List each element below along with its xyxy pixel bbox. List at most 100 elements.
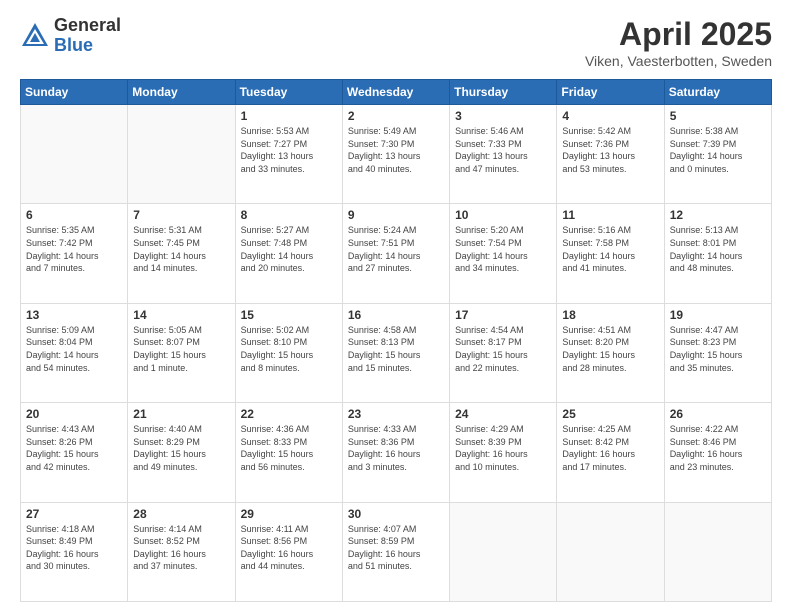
day-number: 14 [133,308,229,322]
day-number: 28 [133,507,229,521]
calendar-day-cell: 30Sunrise: 4:07 AM Sunset: 8:59 PM Dayli… [342,502,449,601]
calendar-day-cell: 17Sunrise: 4:54 AM Sunset: 8:17 PM Dayli… [450,303,557,402]
day-info: Sunrise: 5:05 AM Sunset: 8:07 PM Dayligh… [133,324,229,374]
calendar-week-row: 1 Sunrise: 5:53 AM Sunset: 7:27 PM Daylig… [21,105,772,204]
col-tuesday: Tuesday [235,80,342,105]
calendar-day-cell: 21 Sunrise: 4:40 AM Sunset: 8:29 PM Dayli… [128,403,235,502]
day-number: 24 [455,407,551,421]
day-number: 27 [26,507,122,521]
calendar-day-cell: 13Sunrise: 5:09 AM Sunset: 8:04 PM Dayli… [21,303,128,402]
col-saturday: Saturday [664,80,771,105]
day-number: 20 [26,407,122,421]
calendar-day-cell [128,105,235,204]
day-info: Sunrise: 4:51 AM Sunset: 8:20 PM Dayligh… [562,324,658,374]
day-number: 15 [241,308,337,322]
calendar-day-cell: 15 Sunrise: 5:02 AM Sunset: 8:10 PM Dayli… [235,303,342,402]
day-number: 11 [562,208,658,222]
title-month: April 2025 [585,16,772,53]
day-info: Sunrise: 5:13 AM Sunset: 8:01 PM Dayligh… [670,224,766,274]
calendar-day-cell: 27 Sunrise: 4:18 AM Sunset: 8:49 PM Dayli… [21,502,128,601]
day-info: Sunrise: 4:40 AM Sunset: 8:29 PM Dayligh… [133,423,229,473]
col-wednesday: Wednesday [342,80,449,105]
calendar-day-cell: 19 Sunrise: 4:47 AM Sunset: 8:23 PM Dayli… [664,303,771,402]
day-info: Sunrise: 5:16 AM Sunset: 7:58 PM Dayligh… [562,224,658,274]
day-number: 4 [562,109,658,123]
day-info: Sunrise: 5:02 AM Sunset: 8:10 PM Dayligh… [241,324,337,374]
day-info: Sunrise: 5:20 AM Sunset: 7:54 PM Dayligh… [455,224,551,274]
calendar-day-cell: 25 Sunrise: 4:25 AM Sunset: 8:42 PM Dayli… [557,403,664,502]
calendar-day-cell [450,502,557,601]
day-number: 30 [348,507,444,521]
day-info: Sunrise: 4:18 AM Sunset: 8:49 PM Dayligh… [26,523,122,573]
day-info: Sunrise: 4:58 AM Sunset: 8:13 PM Dayligh… [348,324,444,374]
calendar-day-cell: 8Sunrise: 5:27 AM Sunset: 7:48 PM Daylig… [235,204,342,303]
page: General Blue April 2025 Viken, Vaesterbo… [0,0,792,612]
calendar-table: Sunday Monday Tuesday Wednesday Thursday… [20,79,772,602]
calendar-day-cell: 22Sunrise: 4:36 AM Sunset: 8:33 PM Dayli… [235,403,342,502]
day-info: Sunrise: 5:09 AM Sunset: 8:04 PM Dayligh… [26,324,122,374]
day-info: Sunrise: 5:38 AM Sunset: 7:39 PM Dayligh… [670,125,766,175]
calendar-day-cell [21,105,128,204]
calendar-day-cell: 12Sunrise: 5:13 AM Sunset: 8:01 PM Dayli… [664,204,771,303]
day-number: 9 [348,208,444,222]
calendar-day-cell: 6 Sunrise: 5:35 AM Sunset: 7:42 PM Daylig… [21,204,128,303]
header: General Blue April 2025 Viken, Vaesterbo… [20,16,772,69]
day-info: Sunrise: 4:33 AM Sunset: 8:36 PM Dayligh… [348,423,444,473]
day-number: 17 [455,308,551,322]
calendar-week-row: 27 Sunrise: 4:18 AM Sunset: 8:49 PM Dayli… [21,502,772,601]
day-info: Sunrise: 5:24 AM Sunset: 7:51 PM Dayligh… [348,224,444,274]
calendar-day-cell: 20 Sunrise: 4:43 AM Sunset: 8:26 PM Dayli… [21,403,128,502]
col-friday: Friday [557,80,664,105]
day-number: 19 [670,308,766,322]
day-info: Sunrise: 4:25 AM Sunset: 8:42 PM Dayligh… [562,423,658,473]
day-info: Sunrise: 4:29 AM Sunset: 8:39 PM Dayligh… [455,423,551,473]
day-number: 22 [241,407,337,421]
calendar-day-cell: 3 Sunrise: 5:46 AM Sunset: 7:33 PM Daylig… [450,105,557,204]
day-number: 6 [26,208,122,222]
col-thursday: Thursday [450,80,557,105]
calendar-day-cell: 10Sunrise: 5:20 AM Sunset: 7:54 PM Dayli… [450,204,557,303]
calendar-day-cell: 1 Sunrise: 5:53 AM Sunset: 7:27 PM Daylig… [235,105,342,204]
day-number: 5 [670,109,766,123]
day-info: Sunrise: 4:14 AM Sunset: 8:52 PM Dayligh… [133,523,229,573]
calendar-day-cell: 7 Sunrise: 5:31 AM Sunset: 7:45 PM Daylig… [128,204,235,303]
calendar-week-row: 13Sunrise: 5:09 AM Sunset: 8:04 PM Dayli… [21,303,772,402]
day-info: Sunrise: 5:35 AM Sunset: 7:42 PM Dayligh… [26,224,122,274]
calendar-day-cell: 28 Sunrise: 4:14 AM Sunset: 8:52 PM Dayli… [128,502,235,601]
day-number: 25 [562,407,658,421]
calendar-day-cell [557,502,664,601]
day-number: 3 [455,109,551,123]
day-info: Sunrise: 5:49 AM Sunset: 7:30 PM Dayligh… [348,125,444,175]
day-info: Sunrise: 5:42 AM Sunset: 7:36 PM Dayligh… [562,125,658,175]
col-monday: Monday [128,80,235,105]
day-info: Sunrise: 5:53 AM Sunset: 7:27 PM Dayligh… [241,125,337,175]
calendar-day-cell: 16Sunrise: 4:58 AM Sunset: 8:13 PM Dayli… [342,303,449,402]
logo-icon [20,21,50,51]
day-number: 26 [670,407,766,421]
day-number: 21 [133,407,229,421]
day-number: 18 [562,308,658,322]
day-info: Sunrise: 4:11 AM Sunset: 8:56 PM Dayligh… [241,523,337,573]
calendar-day-cell: 5 Sunrise: 5:38 AM Sunset: 7:39 PM Daylig… [664,105,771,204]
calendar-day-cell: 29 Sunrise: 4:11 AM Sunset: 8:56 PM Dayli… [235,502,342,601]
calendar-week-row: 20 Sunrise: 4:43 AM Sunset: 8:26 PM Dayli… [21,403,772,502]
day-number: 8 [241,208,337,222]
calendar-day-cell: 18 Sunrise: 4:51 AM Sunset: 8:20 PM Dayli… [557,303,664,402]
calendar-day-cell: 2 Sunrise: 5:49 AM Sunset: 7:30 PM Daylig… [342,105,449,204]
day-number: 1 [241,109,337,123]
day-number: 29 [241,507,337,521]
day-info: Sunrise: 4:47 AM Sunset: 8:23 PM Dayligh… [670,324,766,374]
day-info: Sunrise: 4:22 AM Sunset: 8:46 PM Dayligh… [670,423,766,473]
day-number: 2 [348,109,444,123]
day-info: Sunrise: 4:43 AM Sunset: 8:26 PM Dayligh… [26,423,122,473]
calendar-header-row: Sunday Monday Tuesday Wednesday Thursday… [21,80,772,105]
calendar-day-cell: 24 Sunrise: 4:29 AM Sunset: 8:39 PM Dayli… [450,403,557,502]
calendar-day-cell: 23Sunrise: 4:33 AM Sunset: 8:36 PM Dayli… [342,403,449,502]
calendar-day-cell: 14 Sunrise: 5:05 AM Sunset: 8:07 PM Dayli… [128,303,235,402]
calendar-day-cell [664,502,771,601]
logo-blue-text: Blue [54,36,121,56]
day-number: 7 [133,208,229,222]
day-info: Sunrise: 5:31 AM Sunset: 7:45 PM Dayligh… [133,224,229,274]
day-info: Sunrise: 5:46 AM Sunset: 7:33 PM Dayligh… [455,125,551,175]
logo: General Blue [20,16,121,56]
